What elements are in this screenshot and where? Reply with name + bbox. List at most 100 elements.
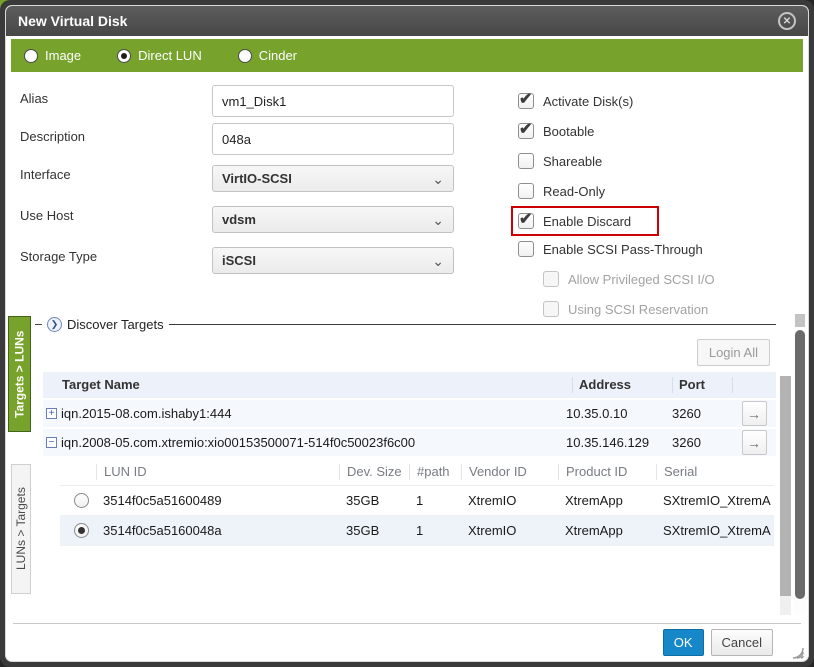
checkbox-label: Enable Discard xyxy=(543,214,631,229)
column-serial: Serial xyxy=(656,464,774,480)
lun-row[interactable]: 3514f0c5a51600489 35GB 1 XtremIO XtremAp… xyxy=(60,486,774,516)
target-name: iqn.2015-08.com.ishaby1:444 xyxy=(61,406,232,421)
discover-targets-title: Discover Targets xyxy=(67,317,164,332)
storage-type-field-row: Storage Type iSCSI ⌄ xyxy=(20,243,518,278)
checkbox-checked-icon[interactable]: ✔ xyxy=(518,123,534,139)
checkbox-shareable[interactable]: Shareable xyxy=(518,150,715,172)
checkbox-allow-privileged-scsi-io: Allow Privileged SCSI I/O xyxy=(543,268,715,290)
login-all-button[interactable]: Login All xyxy=(697,339,770,366)
lun-product-id: XtremApp xyxy=(558,493,656,508)
chevron-down-icon: ⌄ xyxy=(432,174,444,184)
radio-image-icon[interactable] xyxy=(24,49,38,63)
target-port: 3260 xyxy=(666,435,732,450)
lun-dev-size: 35GB xyxy=(339,493,409,508)
login-target-button[interactable]: → xyxy=(742,401,767,426)
interface-field-row: Interface VirtIO-SCSI ⌄ xyxy=(20,161,518,196)
resize-grip-icon[interactable] xyxy=(789,644,804,659)
alias-input[interactable] xyxy=(212,85,454,117)
lun-serial: SXtremIO_XtremA xyxy=(656,493,774,508)
scrollbar-thumb[interactable] xyxy=(795,330,805,599)
disk-type-cinder[interactable]: Cinder xyxy=(238,48,297,63)
arrow-glyph: ❯ xyxy=(51,319,59,330)
tab-luns-to-targets-label: LUNs > Targets xyxy=(14,488,28,571)
column-address: Address xyxy=(572,377,672,393)
tab-luns-to-targets[interactable]: LUNs > Targets xyxy=(11,464,31,594)
description-input[interactable] xyxy=(212,123,454,155)
dialog-scrollbar[interactable] xyxy=(794,314,806,613)
lun-vendor-id: XtremIO xyxy=(461,493,558,508)
discover-panel: ❯ Discover Targets Login All Target Name… xyxy=(35,312,776,546)
checkbox-read-only[interactable]: Read-Only xyxy=(518,180,715,202)
lun-path: 1 xyxy=(409,493,461,508)
use-host-select[interactable]: vdsm ⌄ xyxy=(212,206,454,233)
login-target-button[interactable]: → xyxy=(742,430,767,455)
column-target-name: Target Name xyxy=(43,377,572,393)
checkbox-bootable[interactable]: ✔ Bootable xyxy=(518,120,715,142)
column-select xyxy=(60,464,96,480)
checkbox-enable-discard[interactable]: ✔ Enable Discard xyxy=(518,210,631,232)
tab-targets-to-luns[interactable]: Targets > LUNs xyxy=(8,316,31,432)
target-port: 3260 xyxy=(666,406,732,421)
lun-path: 1 xyxy=(409,523,461,538)
checkbox-checked-icon[interactable]: ✔ xyxy=(518,213,534,229)
storage-type-label: Storage Type xyxy=(20,243,212,278)
ok-button[interactable]: OK xyxy=(663,629,704,656)
luns-table: LUN ID Dev. Size #path Vendor ID Product… xyxy=(60,458,774,546)
discover-targets-legend: ❯ Discover Targets xyxy=(35,312,776,332)
lun-serial: SXtremIO_XtremA xyxy=(656,523,774,538)
login-arrow-icon: → xyxy=(747,435,761,451)
targets-table-header: Target Name Address Port xyxy=(43,372,776,398)
lun-dev-size: 35GB xyxy=(339,523,409,538)
checkbox-label: Shareable xyxy=(543,154,602,169)
legend-line xyxy=(169,324,776,325)
checkbox-label: Read-Only xyxy=(543,184,605,199)
checkbox-label: Bootable xyxy=(543,124,594,139)
collapse-icon[interactable]: − xyxy=(46,437,57,448)
checkbox-enable-scsi-pass-through[interactable]: Enable SCSI Pass-Through xyxy=(518,238,715,260)
chevron-down-icon: ⌄ xyxy=(432,256,444,266)
radio-cinder-icon[interactable] xyxy=(238,49,252,63)
lun-radio-unselected-icon[interactable] xyxy=(74,493,89,508)
checkbox-checked-icon[interactable]: ✔ xyxy=(518,93,534,109)
disk-type-image[interactable]: Image xyxy=(24,48,81,63)
close-icon: ✕ xyxy=(783,16,791,27)
screen: New Virtual Disk ✕ Image Direct LUN Cind… xyxy=(0,0,814,667)
scrollbar-thumb[interactable] xyxy=(780,376,791,596)
lun-id: 3514f0c5a5160048a xyxy=(96,523,339,538)
discover-targets-section: Targets > LUNs LUNs > Targets ❯ Discover… xyxy=(6,312,808,623)
column-dev-size: Dev. Size xyxy=(339,464,409,480)
disk-type-image-label: Image xyxy=(45,48,81,63)
expand-arrow-icon[interactable]: ❯ xyxy=(47,317,62,332)
target-row[interactable]: + iqn.2015-08.com.ishaby1:444 10.35.0.10… xyxy=(43,400,776,427)
expand-icon[interactable]: + xyxy=(46,408,57,419)
checkbox-unchecked-icon[interactable] xyxy=(518,241,534,257)
dialog-frame: New Virtual Disk ✕ Image Direct LUN Cind… xyxy=(0,0,814,667)
disk-type-direct-lun[interactable]: Direct LUN xyxy=(117,48,202,63)
alias-field-row: Alias xyxy=(20,85,518,117)
lun-product-id: XtremApp xyxy=(558,523,656,538)
checkbox-unchecked-icon[interactable] xyxy=(518,153,534,169)
cancel-button[interactable]: Cancel xyxy=(711,629,773,656)
disk-type-direct-lun-label: Direct LUN xyxy=(138,48,202,63)
interface-label: Interface xyxy=(20,161,212,196)
checkbox-label: Enable SCSI Pass-Through xyxy=(543,242,703,257)
table-scrollbar[interactable] xyxy=(780,376,791,615)
radio-direct-lun-icon[interactable] xyxy=(117,49,131,63)
scrollbar-up-button[interactable] xyxy=(795,314,805,327)
interface-select[interactable]: VirtIO-SCSI ⌄ xyxy=(212,165,454,192)
storage-type-select[interactable]: iSCSI ⌄ xyxy=(212,247,454,274)
target-address: 10.35.146.129 xyxy=(560,435,666,450)
lun-row[interactable]: 3514f0c5a5160048a 35GB 1 XtremIO XtremAp… xyxy=(60,516,774,546)
checkbox-label: Activate Disk(s) xyxy=(543,94,633,109)
close-button[interactable]: ✕ xyxy=(778,12,796,30)
checkbox-activate-disks[interactable]: ✔ Activate Disk(s) xyxy=(518,90,715,112)
alias-label: Alias xyxy=(20,85,212,117)
targets-table: Target Name Address Port + iqn.2015-08.c… xyxy=(43,372,776,546)
checkbox-unchecked-icon[interactable] xyxy=(518,183,534,199)
check-icon: ✔ xyxy=(519,119,532,139)
target-row[interactable]: − iqn.2008-05.com.xtremio:xio00153500071… xyxy=(43,429,776,456)
dialog-title: New Virtual Disk xyxy=(18,13,778,29)
dialog-footer: OK Cancel xyxy=(13,623,801,661)
lun-radio-selected-icon[interactable] xyxy=(74,523,89,538)
disk-type-cinder-label: Cinder xyxy=(259,48,297,63)
